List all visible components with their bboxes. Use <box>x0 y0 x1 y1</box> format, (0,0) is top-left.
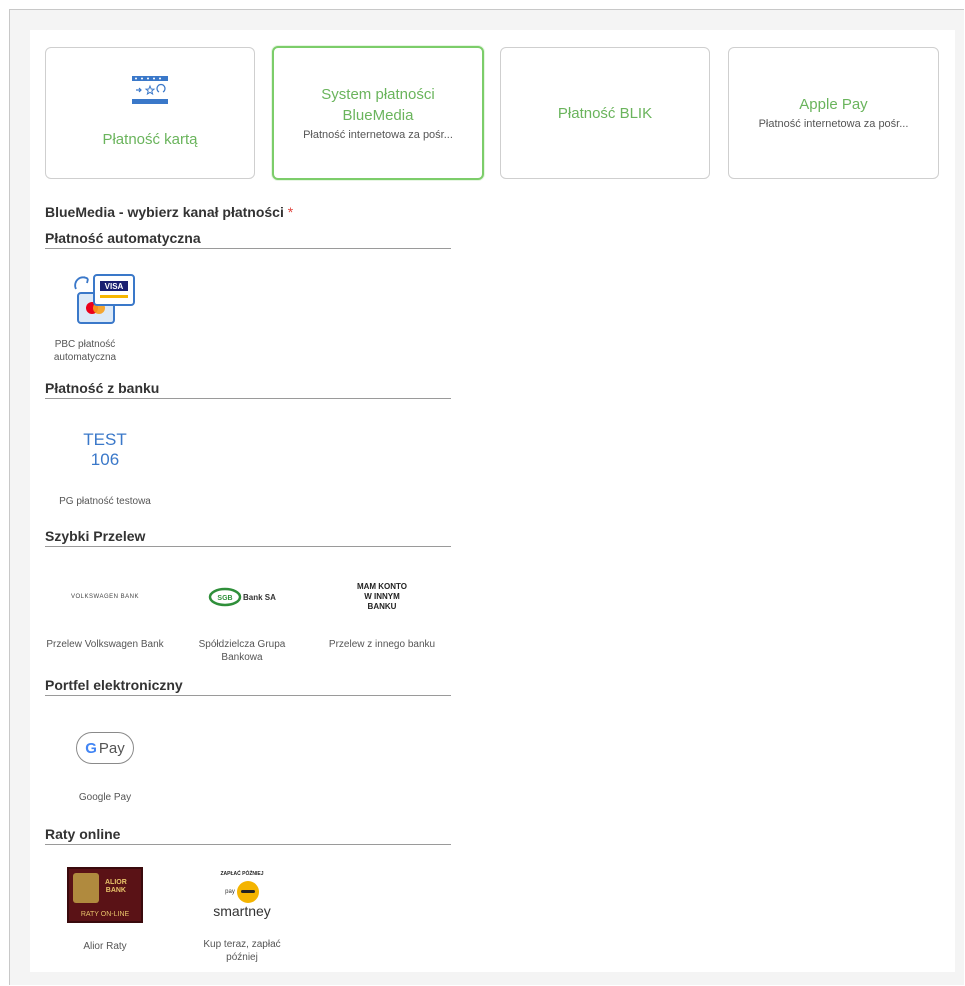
other-bank-logo: MAM KONTO W INNYM BANKU <box>356 582 408 611</box>
tile-blik[interactable]: Płatność BLIK <box>500 47 710 179</box>
pbc-logo: VISA <box>45 262 165 332</box>
lion-icon <box>73 873 99 903</box>
method-google-pay[interactable]: G Pay Google Pay <box>45 713 165 804</box>
sgb-bank-logo: SGB Bank SA <box>182 562 302 632</box>
section-fast-transfer: Szybki Przelew <box>45 528 451 547</box>
volkswagen-bank-logo: VOLKSWAGEN BANK <box>71 594 139 600</box>
method-alior-raty[interactable]: ALIOR BANK RATY ON-LINE Alior Raty <box>45 860 165 953</box>
visa-text: VISA <box>105 282 124 291</box>
tile-title: Płatność kartą <box>102 131 198 148</box>
tile-title: Apple Pay <box>799 96 868 113</box>
section-bank-payment: Płatność z banku <box>45 380 451 399</box>
tile-title: Płatność BLIK <box>557 104 653 122</box>
method-label: Przelew z innego banku <box>328 639 436 650</box>
tile-subtitle: Płatność internetowa za pośr... <box>758 118 909 130</box>
test-logo: TEST 106 <box>83 430 127 469</box>
tile-card-payment[interactable]: Płatność kartą <box>45 47 255 179</box>
channel-label: BlueMedia - wybierz kanał płatności * <box>45 204 294 220</box>
method-label: Przelew Volkswagen Bank <box>46 639 164 650</box>
svg-text:SGB: SGB <box>217 595 232 602</box>
method-label: PG płatność testowa <box>59 496 151 507</box>
tile-apple-pay[interactable]: Apple Pay Płatność internetowa za pośr..… <box>728 47 939 179</box>
section-auto-payment: Płatność automatyczna <box>45 230 451 249</box>
tile-subtitle: Płatność internetowa za pośr... <box>303 128 453 141</box>
tile-bluemedia[interactable]: System płatności BlueMedia Płatność inte… <box>272 46 484 180</box>
google-pay-logo: G Pay <box>45 713 165 783</box>
google-g-icon: G <box>85 739 97 757</box>
section-online-installments: Raty online <box>45 826 451 845</box>
smartney-sun-icon <box>236 881 259 903</box>
method-other-bank[interactable]: MAM KONTO W INNYM BANKU Przelew z innego… <box>322 562 442 651</box>
method-label: Spółdzielcza Grupa Bankowa <box>198 639 286 663</box>
method-label: Kup teraz, zapłać później <box>203 939 281 963</box>
method-label: Alior Raty <box>83 941 127 952</box>
method-smartney[interactable]: ZAPŁAĆ PÓŹNIEJ pay smartney Kup teraz, z… <box>182 860 302 964</box>
alior-raty-logo: ALIOR BANK RATY ON-LINE <box>45 860 165 930</box>
method-sgb[interactable]: SGB Bank SA Spółdzielcza Grupa Bankowa <box>182 562 302 664</box>
method-volkswagen-bank[interactable]: VOLKSWAGEN BANK Przelew Volkswagen Bank <box>45 562 165 651</box>
required-mark: * <box>287 204 294 220</box>
method-pg-test[interactable]: TEST 106 PG płatność testowa <box>45 415 165 508</box>
smartney-logo: ZAPŁAĆ PÓŹNIEJ pay smartney <box>213 871 271 919</box>
method-pbc[interactable]: VISA PBC płatność automatyczna <box>45 262 165 364</box>
card-icon <box>132 76 168 109</box>
section-e-wallet: Portfel elektroniczny <box>45 677 451 696</box>
tile-title: System płatności BlueMedia <box>321 85 435 124</box>
method-label: Google Pay <box>78 792 132 803</box>
method-label: PBC płatność automatyczna <box>53 339 117 363</box>
svg-text:Bank SA: Bank SA <box>243 593 276 602</box>
